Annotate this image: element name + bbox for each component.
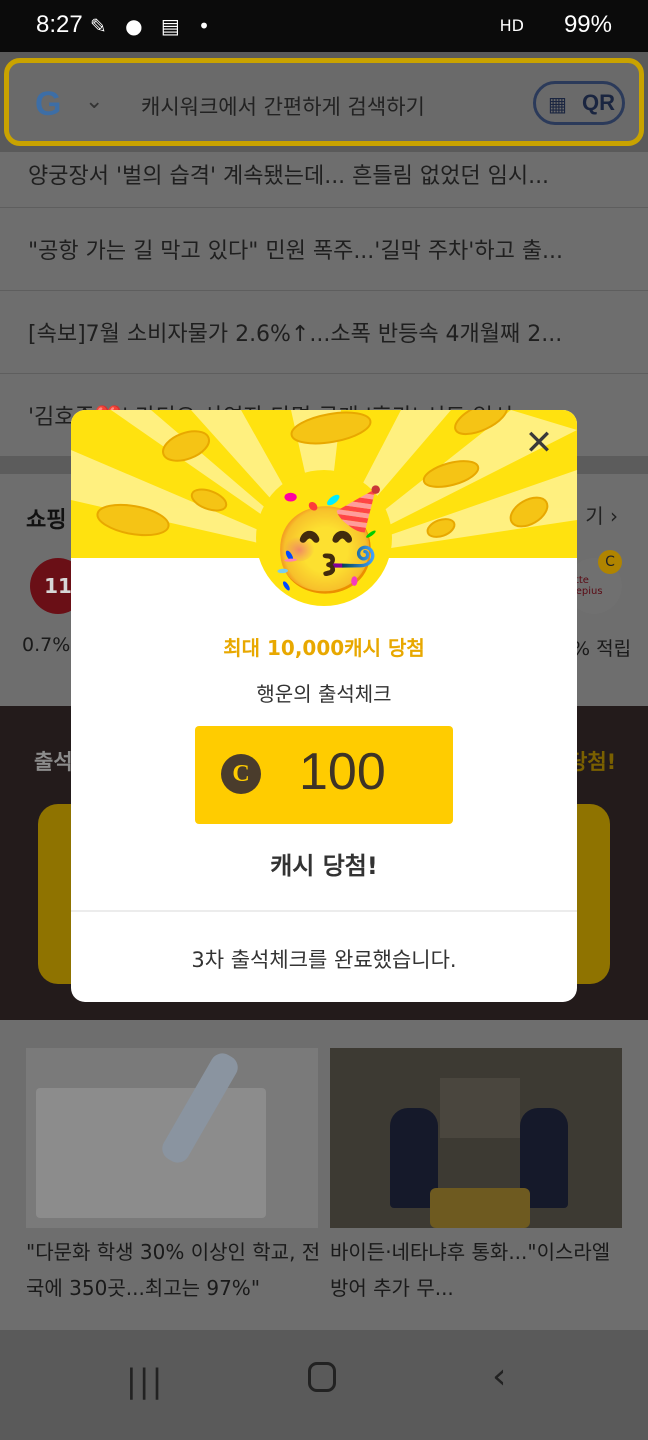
qr-button[interactable]: ▦ QR <box>533 81 625 125</box>
cash-amount: 100 <box>299 743 386 801</box>
cash-won-text: 캐시 당첨! <box>270 852 378 880</box>
news-item[interactable]: 양궁장서 '벌의 습격' 계속됐는데... 흔들림 없었던 임시... <box>0 152 648 208</box>
party-face-icon: 🥳 <box>266 484 386 596</box>
shopping-title: 쇼핑 <box>26 508 67 533</box>
qr-code-icon: ▦ <box>548 92 567 116</box>
qr-label: QR <box>582 90 615 115</box>
search-input[interactable]: 캐시워크에서 간편하게 검색하기 <box>141 91 425 121</box>
notification-icons: ✎ ● ▤ • <box>90 14 216 38</box>
close-button[interactable]: ✕ <box>519 424 559 464</box>
navigation-bar: ||| ‹ <box>0 1330 648 1440</box>
cash-coin-icon: C <box>221 754 261 794</box>
recent-apps-button[interactable]: ||| <box>126 1362 164 1400</box>
shopping-more-link[interactable]: 기 › <box>585 500 618 529</box>
status-time: 8:27 <box>36 11 83 38</box>
modal-divider <box>71 910 577 912</box>
google-icon[interactable]: G <box>35 85 61 124</box>
cash-badge-icon: C <box>598 550 622 574</box>
article-thumbnail[interactable] <box>330 1048 622 1228</box>
hd-voice-icon: HD <box>499 16 524 35</box>
battery-indicator: 99% <box>563 11 612 38</box>
article-caption[interactable]: 바이든·네타냐후 통화..."이스라엘 방어 추가 무... <box>330 1234 630 1306</box>
max-prize-label: 최대 10,000캐시 당첨 <box>223 636 425 660</box>
article-caption[interactable]: "다문화 학생 30% 이상인 학교, 전국에 350곳...최고는 97%" <box>26 1234 326 1306</box>
chevron-down-icon[interactable]: ⌄ <box>85 89 103 114</box>
modal-title: 행운의 출석체크 <box>256 682 392 706</box>
news-item[interactable]: [속보]7월 소비자물가 2.6%↑...소폭 반등속 4개월째 2... <box>0 291 648 374</box>
shop-rate: 0.7% <box>22 634 71 656</box>
fireplace-image <box>440 1078 520 1138</box>
back-button[interactable]: ‹ <box>492 1356 506 1397</box>
completion-message[interactable]: 3차 출석체크를 완료했습니다. <box>71 944 577 974</box>
search-box[interactable]: G ⌄ 캐시워크에서 간편하게 검색하기 ▦ QR <box>4 58 644 146</box>
table-image <box>430 1188 530 1228</box>
shop-rate: % 적립 <box>572 638 632 660</box>
article-thumbnail[interactable] <box>26 1048 318 1228</box>
news-item[interactable]: "공항 가는 길 막고 있다" 민원 폭주...'길막 주차'하고 출... <box>0 208 648 291</box>
attendance-reward-modal: ✕ 🥳 최대 10,000캐시 당첨 행운의 출석체크 C 100 캐시 당첨!… <box>71 410 577 1002</box>
home-button[interactable] <box>308 1362 336 1392</box>
cash-amount-box: C 100 <box>195 726 453 824</box>
attendance-label: 출석 <box>34 750 73 774</box>
status-bar: 8:27 ✎ ● ▤ • HD 99% <box>0 0 648 52</box>
search-bar-area: G ⌄ 캐시워크에서 간편하게 검색하기 ▦ QR <box>0 52 648 152</box>
textbook-image <box>36 1088 266 1218</box>
article-grid: "다문화 학생 30% 이상인 학교, 전국에 350곳...최고는 97%" … <box>0 1020 648 1330</box>
